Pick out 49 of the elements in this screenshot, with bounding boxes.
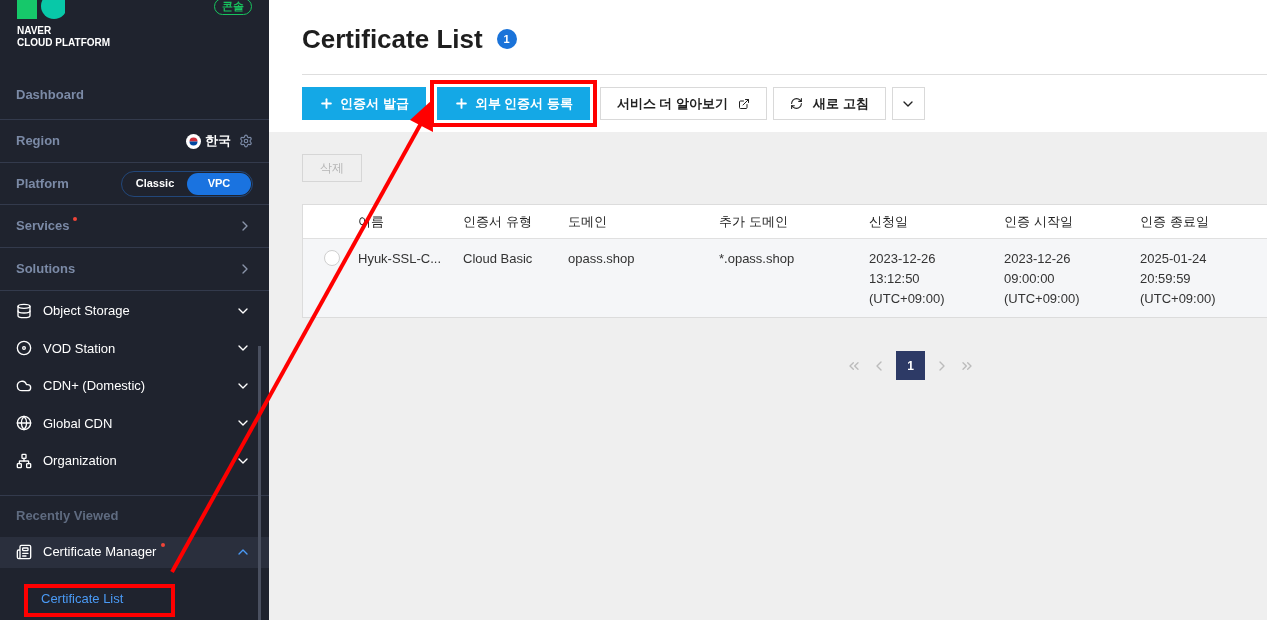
column-header: 인증서 유형 (463, 212, 533, 231)
external-link-icon (738, 97, 751, 110)
refresh-icon (790, 97, 804, 110)
network-icon (16, 452, 32, 469)
service-item[interactable]: VOD Station (0, 329, 269, 367)
radio-button[interactable] (324, 250, 340, 266)
table-cell-text: Cloud Basic (463, 250, 534, 268)
learn-more-button[interactable]: 서비스 더 알아보기 (599, 87, 768, 120)
page-title: Certificate List (302, 22, 483, 56)
column-header: 추가 도메인 (719, 212, 789, 231)
table-cell-text: opass.shop (568, 250, 636, 268)
refresh-button[interactable]: 새로 고침 (773, 87, 886, 120)
platform-option[interactable]: VPC (187, 172, 251, 195)
count-badge: 1 (496, 29, 517, 49)
recent-item[interactable]: Certificate Manager (0, 536, 269, 568)
table-cell-text: 2025-01-24 20:59:59 (UTC+09:00) (1140, 250, 1217, 308)
more-button[interactable] (891, 87, 925, 120)
globe-icon (16, 415, 32, 432)
column-header: 인증 종료일 (1140, 212, 1210, 231)
logo-text: CLOUD PLATFORM (17, 37, 111, 49)
plus-icon (453, 96, 469, 111)
column-header: 도메인 (568, 212, 608, 231)
platform-option[interactable]: Classic (123, 172, 187, 195)
column-header: 신청일 (869, 212, 909, 231)
settings-icon[interactable] (239, 134, 253, 148)
table-cell-text: *.opass.shop (719, 250, 796, 268)
database-icon (16, 302, 32, 319)
table-cell-text: Hyuk-SSL-C... (358, 250, 443, 268)
table-cell-text: 2023-12-26 13:12:50 (UTC+09:00) (869, 250, 946, 308)
flag-icon (186, 133, 201, 149)
platform-label: Platform (16, 174, 69, 193)
region-label: Region (16, 132, 61, 151)
page-button[interactable]: 1 (896, 351, 925, 380)
service-item[interactable]: Object Storage (0, 292, 269, 330)
section-heading: Recently Viewed (16, 507, 119, 526)
logo-text: NAVER (17, 25, 53, 37)
service-item[interactable]: Global CDN (0, 404, 269, 442)
column-header: 인증 시작일 (1004, 212, 1074, 231)
table-cell-text: 2023-12-26 09:00:00 (UTC+09:00) (1004, 250, 1081, 308)
service-item[interactable]: CDN+ (Domestic) (0, 367, 269, 405)
scrollbar[interactable] (258, 346, 261, 620)
disc-icon (16, 340, 32, 357)
logo-icon (17, 0, 65, 19)
service-item[interactable]: Organization (0, 442, 269, 480)
plus-icon (319, 96, 334, 111)
region-value[interactable]: 한국 (205, 131, 231, 151)
sub-item[interactable]: Certificate List (24, 583, 175, 617)
newspaper-icon (16, 544, 32, 560)
dashboard-link[interactable]: Dashboard (16, 84, 84, 105)
